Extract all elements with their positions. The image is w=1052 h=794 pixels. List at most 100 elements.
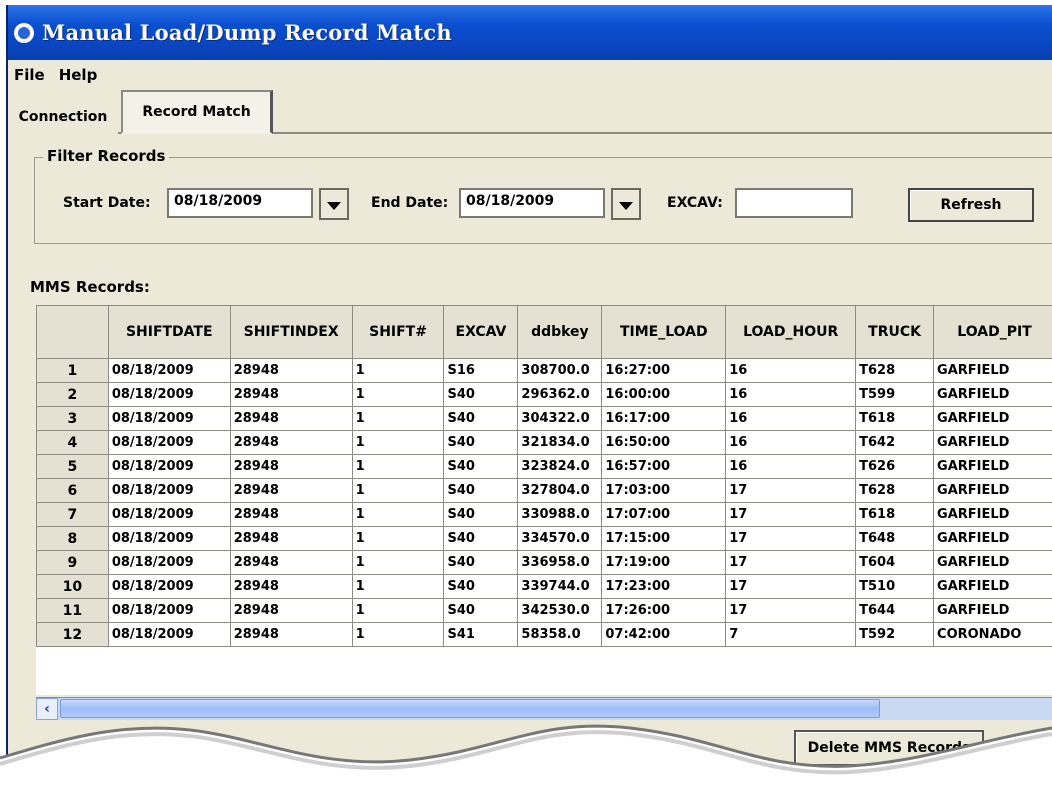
table-cell[interactable]: T628 xyxy=(855,358,935,383)
table-cell[interactable]: T599 xyxy=(855,382,935,407)
table-cell[interactable]: GARFIELD xyxy=(933,574,1052,599)
table-row[interactable]: 12 08/18/2009 28948 1 S41 58358.0 07:42:00 7 T59… xyxy=(36,622,1052,647)
tab-record-match[interactable]: Record Match xyxy=(121,90,273,134)
table-cell[interactable]: GARFIELD xyxy=(933,382,1052,407)
table-cell[interactable]: 28948 xyxy=(229,430,353,455)
table-cell[interactable]: 342530.0 xyxy=(517,598,603,623)
table-cell[interactable]: 17:07:00 xyxy=(601,502,727,527)
table-cell[interactable]: 08/18/2009 xyxy=(107,574,231,599)
table-cell[interactable]: 08/18/2009 xyxy=(107,382,231,407)
table-cell[interactable]: 1 xyxy=(351,502,445,527)
table-cell[interactable]: 16 xyxy=(725,430,857,455)
table-cell[interactable]: 1 xyxy=(351,574,445,599)
table-cell[interactable]: 16 xyxy=(725,454,857,479)
start-date-dropdown-button[interactable] xyxy=(319,188,349,220)
table-cell[interactable]: 28948 xyxy=(229,478,353,503)
table-cell[interactable]: 07:42:00 xyxy=(601,622,727,647)
column-header[interactable]: LOAD_HOUR xyxy=(725,305,857,359)
table-row[interactable]: 4 08/18/2009 28948 1 S40 321834.0 16:50:00 16 T6… xyxy=(36,430,1052,455)
column-header[interactable]: SHIFTINDEX xyxy=(229,305,353,359)
table-row[interactable]: 7 08/18/2009 28948 1 S40 330988.0 17:07:00 17 T6… xyxy=(36,502,1052,527)
table-cell[interactable]: T618 xyxy=(855,406,935,431)
table-row[interactable]: 2 08/18/2009 28948 1 S40 296362.0 16:00:00 16 T5… xyxy=(36,382,1052,407)
table-cell[interactable]: 17 xyxy=(725,598,857,623)
table-cell[interactable]: T604 xyxy=(855,550,935,575)
excav-input[interactable] xyxy=(735,188,853,218)
table-cell[interactable]: S40 xyxy=(443,502,519,527)
column-header[interactable]: SHIFT# xyxy=(351,305,445,359)
table-cell[interactable]: 28948 xyxy=(229,502,353,527)
table-cell[interactable]: T642 xyxy=(855,430,935,455)
table-cell[interactable]: GARFIELD xyxy=(933,550,1052,575)
table-cell[interactable]: 08/18/2009 xyxy=(107,430,231,455)
table-cell[interactable]: 16:50:00 xyxy=(601,430,727,455)
table-cell[interactable]: 336958.0 xyxy=(517,550,603,575)
arrow-left-icon[interactable]: ‹ xyxy=(36,698,58,720)
table-cell[interactable]: 16 xyxy=(725,406,857,431)
table-cell[interactable]: S40 xyxy=(443,430,519,455)
table-cell[interactable]: 17:19:00 xyxy=(601,550,727,575)
refresh-button[interactable]: Refresh xyxy=(908,188,1034,222)
table-cell[interactable]: 16:17:00 xyxy=(601,406,727,431)
table-cell[interactable]: GARFIELD xyxy=(933,526,1052,551)
table-cell[interactable]: 1 xyxy=(351,454,445,479)
table-cell[interactable]: 17:15:00 xyxy=(601,526,727,551)
table-cell[interactable]: 334570.0 xyxy=(517,526,603,551)
table-cell[interactable]: 308700.0 xyxy=(517,358,603,383)
table-cell[interactable]: T648 xyxy=(855,526,935,551)
table-cell[interactable]: 1 xyxy=(351,430,445,455)
table-cell[interactable]: 28948 xyxy=(229,622,353,647)
table-cell[interactable]: T644 xyxy=(855,598,935,623)
table-cell[interactable]: 296362.0 xyxy=(517,382,603,407)
end-date-input[interactable]: 08/18/2009 xyxy=(459,188,605,218)
table-cell[interactable]: 16:57:00 xyxy=(601,454,727,479)
table-cell[interactable]: 7 xyxy=(725,622,857,647)
table-cell[interactable]: 28948 xyxy=(229,550,353,575)
column-header[interactable]: TIME_LOAD xyxy=(601,305,727,359)
table-row[interactable]: 1 08/18/2009 28948 1 S16 308700.0 16:27:00 16 T6… xyxy=(36,358,1052,383)
table-cell[interactable]: GARFIELD xyxy=(933,502,1052,527)
table-cell[interactable]: 16:27:00 xyxy=(601,358,727,383)
column-header[interactable]: LOAD_PIT xyxy=(933,305,1052,359)
table-cell[interactable]: GARFIELD xyxy=(933,406,1052,431)
column-header[interactable]: ddbkey xyxy=(517,305,603,359)
table-cell[interactable]: T626 xyxy=(855,454,935,479)
table-cell[interactable]: 17:26:00 xyxy=(601,598,727,623)
table-cell[interactable]: 08/18/2009 xyxy=(107,502,231,527)
start-date-input[interactable]: 08/18/2009 xyxy=(167,188,313,218)
table-cell[interactable]: S40 xyxy=(443,406,519,431)
table-cell[interactable]: 327804.0 xyxy=(517,478,603,503)
table-cell[interactable]: 1 xyxy=(351,358,445,383)
table-cell[interactable]: 16 xyxy=(725,382,857,407)
table-cell[interactable]: 08/18/2009 xyxy=(107,598,231,623)
table-cell[interactable]: 08/18/2009 xyxy=(107,550,231,575)
table-cell[interactable]: T592 xyxy=(855,622,935,647)
table-cell[interactable]: 17 xyxy=(725,526,857,551)
table-cell[interactable]: 58358.0 xyxy=(517,622,603,647)
table-cell[interactable]: 1 xyxy=(351,622,445,647)
table-cell[interactable]: T628 xyxy=(855,478,935,503)
table-cell[interactable]: 17 xyxy=(725,574,857,599)
table-cell[interactable]: 1 xyxy=(351,550,445,575)
table-row[interactable]: 5 08/18/2009 28948 1 S40 323824.0 16:57:00 16 T6… xyxy=(36,454,1052,479)
column-header[interactable]: TRUCK xyxy=(855,305,935,359)
table-cell[interactable]: 28948 xyxy=(229,454,353,479)
table-cell[interactable]: S40 xyxy=(443,550,519,575)
table-cell[interactable]: 1 xyxy=(351,526,445,551)
table-cell[interactable]: 330988.0 xyxy=(517,502,603,527)
table-cell[interactable]: 17:23:00 xyxy=(601,574,727,599)
table-cell[interactable]: S40 xyxy=(443,526,519,551)
column-header[interactable]: EXCAV xyxy=(443,305,519,359)
table-cell[interactable]: S40 xyxy=(443,574,519,599)
table-cell[interactable]: GARFIELD xyxy=(933,430,1052,455)
table-cell[interactable]: S40 xyxy=(443,382,519,407)
table-cell[interactable]: S40 xyxy=(443,478,519,503)
delete-mms-records-button[interactable]: Delete MMS Records xyxy=(794,730,984,766)
table-cell[interactable]: 16:00:00 xyxy=(601,382,727,407)
table-cell[interactable]: 321834.0 xyxy=(517,430,603,455)
table-cell[interactable]: 08/18/2009 xyxy=(107,478,231,503)
menu-file[interactable]: File xyxy=(8,66,53,84)
table-cell[interactable]: CORONADO xyxy=(933,622,1052,647)
horizontal-scrollbar[interactable]: ‹ xyxy=(36,697,1052,720)
table-cell[interactable]: GARFIELD xyxy=(933,454,1052,479)
